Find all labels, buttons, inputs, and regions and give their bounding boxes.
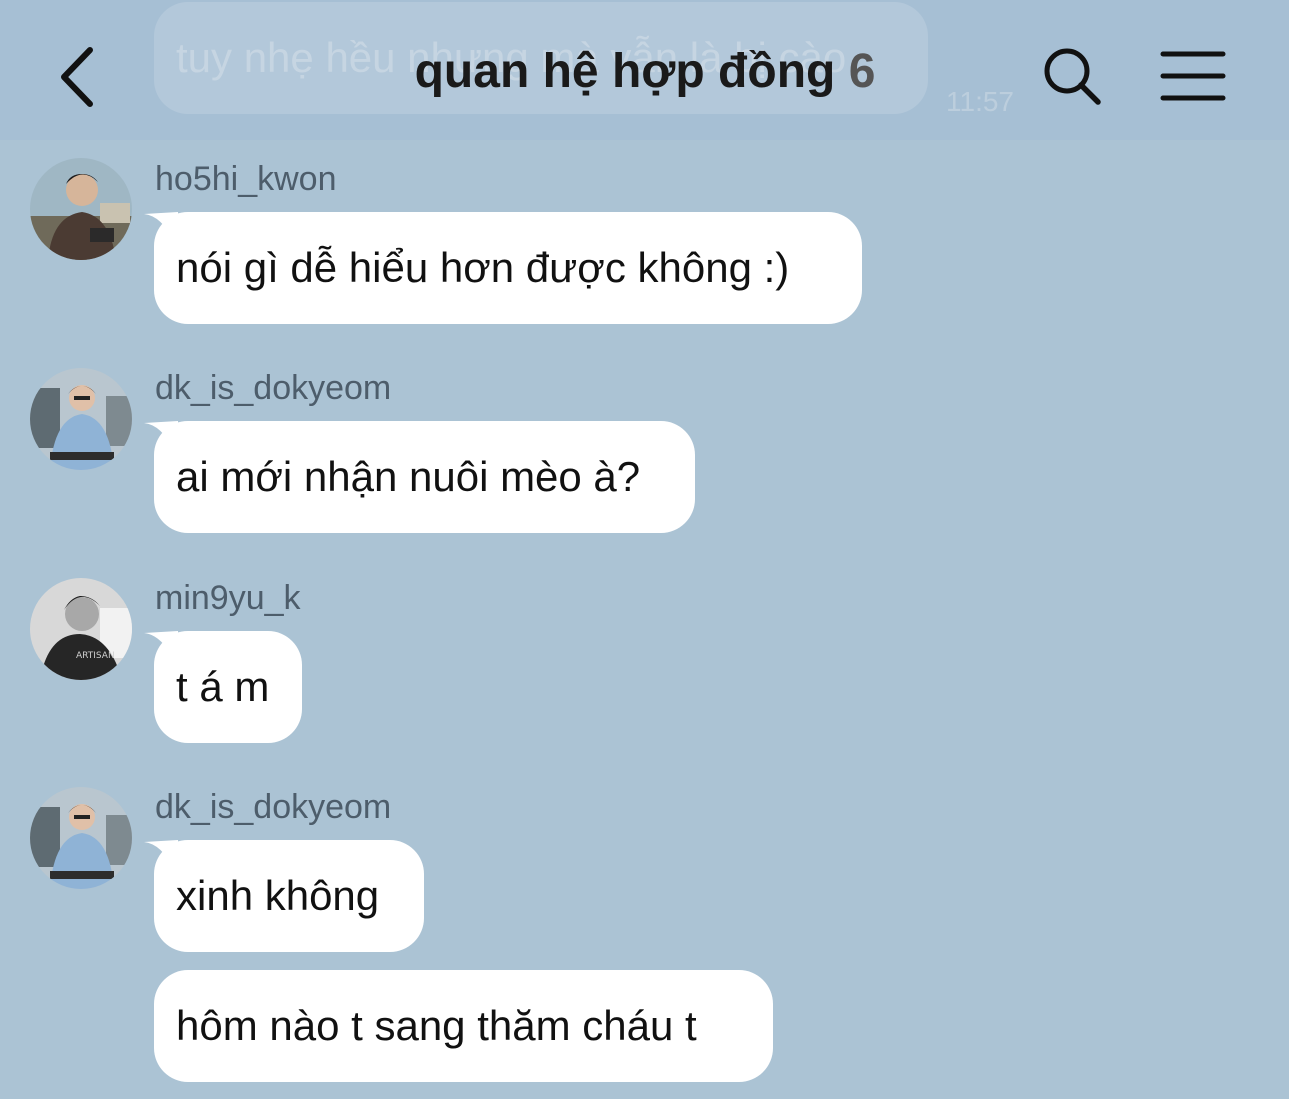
back-button[interactable] xyxy=(52,44,112,110)
message-bubble[interactable]: nói gì dễ hiểu hơn được không :) xyxy=(154,212,862,324)
search-icon xyxy=(1044,48,1101,105)
avatar-dk-is-dokyeom[interactable] xyxy=(30,787,132,889)
message-bubble[interactable]: hôm nào t sang thăm cháu t xyxy=(154,970,773,1082)
message-bubble[interactable]: t á m xyxy=(154,631,302,743)
group-name: quan hệ hợp đồng xyxy=(414,45,836,98)
avatar-min9yu-k[interactable]: ARTISAN xyxy=(30,578,132,680)
avatar-ho5hi-kwon[interactable] xyxy=(30,158,132,260)
search-button[interactable] xyxy=(1040,44,1104,108)
username[interactable]: ho5hi_kwon xyxy=(155,160,336,199)
chevron-left-icon xyxy=(61,47,93,107)
chat-header: tuy nhẹ hều nhưng mà vẫn là bị cào 11:57… xyxy=(0,0,1289,140)
user-avatar-image: ARTISAN xyxy=(30,578,132,680)
avatar-dk-is-dokyeom[interactable] xyxy=(30,368,132,470)
username[interactable]: dk_is_dokyeom xyxy=(155,788,391,827)
user-avatar-image xyxy=(30,368,132,470)
message-bubble[interactable]: xinh không xyxy=(154,840,424,952)
chat-title: quan hệ hợp đồng 6 xyxy=(380,44,910,99)
menu-button[interactable] xyxy=(1158,48,1228,104)
user-avatar-image xyxy=(30,787,132,889)
hamburger-menu-icon xyxy=(1160,51,1226,101)
ghost-message-time: 11:57 xyxy=(946,86,1014,117)
username[interactable]: dk_is_dokyeom xyxy=(155,369,391,408)
svg-text:ARTISAN: ARTISAN xyxy=(76,651,115,661)
username[interactable]: min9yu_k xyxy=(155,579,301,618)
user-avatar-image xyxy=(30,158,132,260)
member-count: 6 xyxy=(848,45,876,98)
message-bubble[interactable]: ai mới nhận nuôi mèo à? xyxy=(154,421,695,533)
